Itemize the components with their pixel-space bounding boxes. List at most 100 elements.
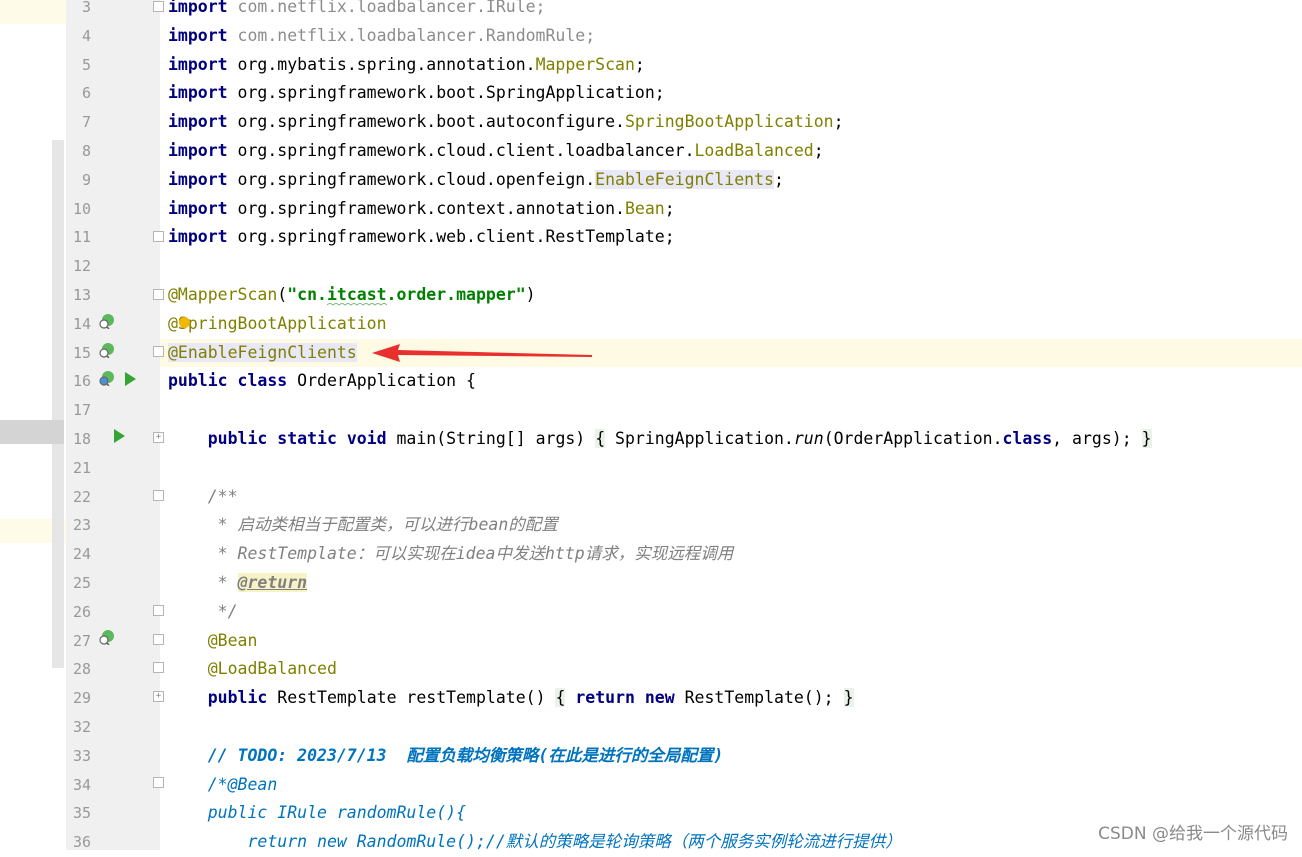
code-token: } xyxy=(843,688,854,708)
code-token: * 启动类相当于配置类，可以进行bean的配置 xyxy=(168,515,558,535)
line-number: 22 xyxy=(72,487,91,506)
code-line[interactable] xyxy=(0,396,1302,425)
code-token: "cn.itcast.order.mapper" xyxy=(287,285,526,304)
watermark: CSDN @给我一个源代码 xyxy=(1098,824,1288,844)
fold-marker-icon[interactable] xyxy=(153,490,164,501)
fold-marker-icon[interactable] xyxy=(153,231,164,242)
code-text: import org.springframework.cloud.openfei… xyxy=(168,166,784,195)
code-text: @EnableFeignClients xyxy=(168,339,357,368)
code-token: EnableFeignClients xyxy=(595,169,774,189)
code-text: import org.springframework.cloud.client.… xyxy=(168,137,824,166)
code-text: import org.mybatis.spring.annotation.Map… xyxy=(168,51,645,80)
code-text: import org.springframework.web.client.Re… xyxy=(168,223,675,252)
line-number: 27 xyxy=(72,631,91,650)
code-token: com.netflix.loadbalancer.IRule; xyxy=(227,0,546,16)
fold-marker-icon[interactable] xyxy=(153,634,164,645)
code-token: * RestTemplate：可以实现在idea中发送http请求，实现远程调用 xyxy=(168,544,734,564)
line-number: 11 xyxy=(72,228,91,247)
code-token: import xyxy=(168,0,228,16)
code-token: ( xyxy=(277,285,288,304)
spell-check-squiggle xyxy=(327,303,387,306)
line-number: 14 xyxy=(72,314,91,333)
code-text: /*@Bean xyxy=(168,771,278,800)
code-token: return new xyxy=(575,688,675,708)
line-number: 10 xyxy=(72,199,91,218)
line-number: 28 xyxy=(72,660,91,679)
line-number: 6 xyxy=(81,84,91,103)
fold-marker-icon[interactable] xyxy=(153,1,164,12)
code-token: ; xyxy=(634,54,645,74)
line-number: 35 xyxy=(72,804,91,823)
line-number: 7 xyxy=(81,113,91,132)
code-token: import xyxy=(168,25,228,45)
fold-marker-icon[interactable]: + xyxy=(153,691,164,702)
run-icon[interactable] xyxy=(125,372,136,386)
spring-bean-icon[interactable] xyxy=(99,342,115,358)
fold-marker-icon[interactable] xyxy=(153,605,164,616)
code-token: (OrderApplication. xyxy=(823,429,1003,448)
code-token: org.springframework.context.annotation. xyxy=(227,198,625,218)
code-text: public static void main(String[] args) {… xyxy=(168,425,1152,454)
run-icon[interactable] xyxy=(114,429,125,443)
code-token: org.springframework.cloud.openfeign. xyxy=(227,169,596,189)
code-token: public xyxy=(207,688,268,708)
code-text: /** xyxy=(168,483,238,512)
fold-marker-icon[interactable]: + xyxy=(153,432,164,443)
line-number: 36 xyxy=(72,833,91,852)
line-number: 8 xyxy=(81,142,91,160)
code-token: import xyxy=(168,112,228,132)
code-token: @return xyxy=(237,573,308,592)
line-number: 24 xyxy=(72,545,91,564)
line-number: 33 xyxy=(72,746,91,765)
code-text: * 启动类相当于配置类，可以进行bean的配置 xyxy=(168,511,558,540)
code-token: ; xyxy=(664,198,675,218)
code-token: RestTemplate(); xyxy=(674,688,844,708)
code-token: @MapperScan xyxy=(168,285,278,304)
code-token: { xyxy=(595,429,606,448)
code-line[interactable] xyxy=(0,713,1302,742)
code-token: ; xyxy=(833,112,844,132)
code-line[interactable] xyxy=(0,252,1302,281)
code-token: ; xyxy=(813,141,824,160)
code-token: /** xyxy=(168,486,238,506)
lightbulb-icon[interactable] xyxy=(179,317,190,328)
code-text: import org.springframework.boot.SpringAp… xyxy=(168,79,665,108)
line-number: 34 xyxy=(72,775,91,794)
code-token: main(String[] args) xyxy=(386,429,596,448)
code-token: @LoadBalanced xyxy=(207,659,337,679)
code-token: import xyxy=(168,141,228,160)
code-token: * xyxy=(168,573,238,592)
code-token: com.netflix.loadbalancer.RandomRule; xyxy=(227,25,596,45)
line-number: 12 xyxy=(72,257,91,276)
code-token: org.springframework.boot.SpringApplicati… xyxy=(227,83,665,103)
line-number: 29 xyxy=(72,689,91,708)
code-token: run xyxy=(793,429,824,448)
code-token: SpringBootApplication xyxy=(624,112,834,132)
fold-marker-icon[interactable] xyxy=(153,777,164,788)
spring-bean-icon[interactable] xyxy=(99,313,115,329)
code-token: } xyxy=(1141,429,1152,448)
code-text: @SpringBootApplication xyxy=(168,310,387,339)
code-token: LoadBalanced xyxy=(694,141,814,160)
line-number: 9 xyxy=(81,170,91,189)
code-text: // TODO: 2023/7/13 配置负载均衡策略(在此是进行的全局配置) xyxy=(168,742,724,771)
line-number: 17 xyxy=(72,401,91,420)
code-token: org.springframework.web.client.RestTempl… xyxy=(227,227,675,247)
code-token: SpringApplication. xyxy=(605,429,794,448)
spring-bean-icon[interactable] xyxy=(99,629,115,645)
code-token: public IRule randomRule(){ xyxy=(168,803,467,823)
code-text: import com.netflix.loadbalancer.RandomRu… xyxy=(168,22,595,51)
code-token: @EnableFeignClients xyxy=(168,342,357,362)
line-number: 3 xyxy=(81,0,91,16)
code-token: org.springframework.cloud.client.loadbal… xyxy=(227,141,695,160)
code-line[interactable] xyxy=(0,454,1302,483)
fold-marker-icon[interactable] xyxy=(153,346,164,357)
fold-marker-icon[interactable] xyxy=(153,662,164,673)
line-number: 18 xyxy=(72,430,91,448)
spring-bean-icon[interactable] xyxy=(99,370,115,386)
code-text: */ xyxy=(168,598,238,627)
code-token: org.mybatis.spring.annotation. xyxy=(227,54,536,74)
fold-marker-icon[interactable] xyxy=(153,289,164,300)
